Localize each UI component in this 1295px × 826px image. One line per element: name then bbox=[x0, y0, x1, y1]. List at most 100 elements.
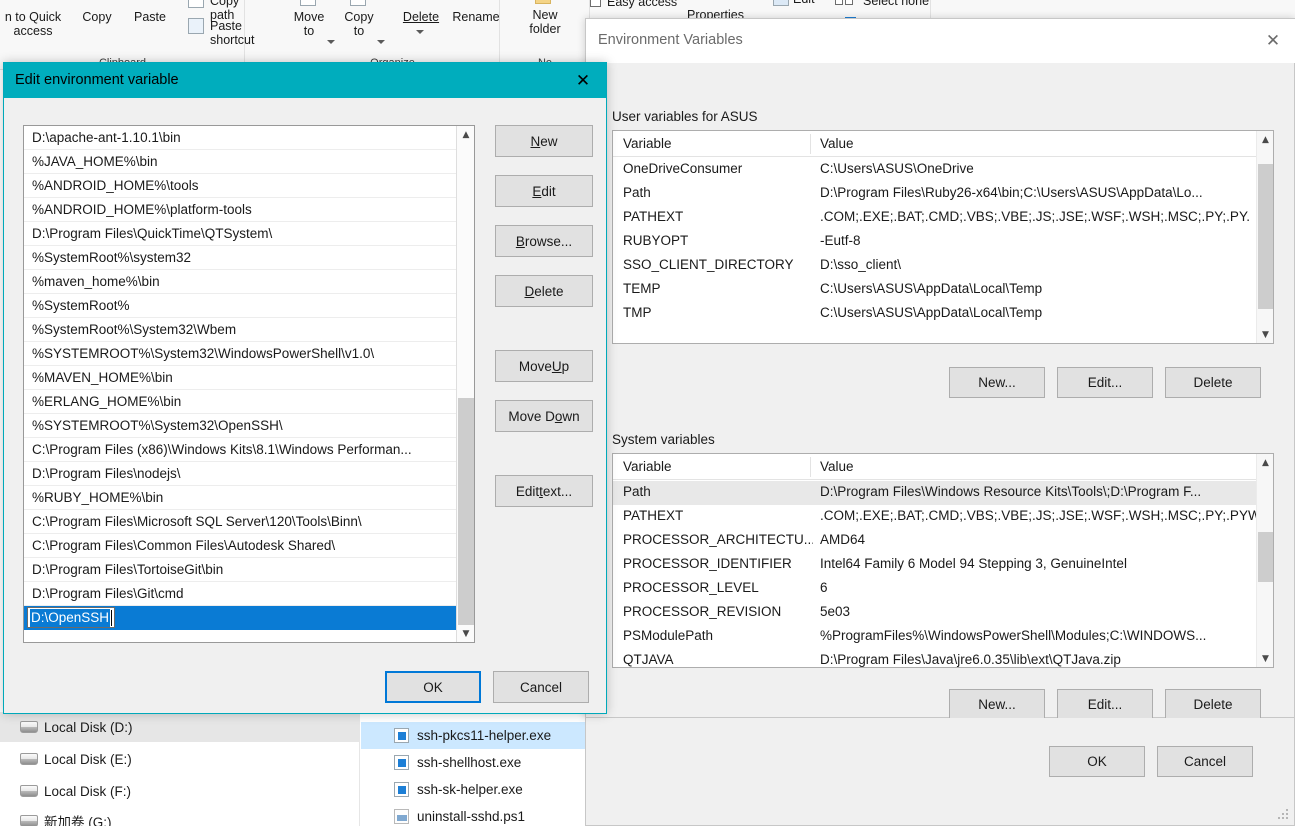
scrollbar-thumb[interactable] bbox=[1258, 532, 1273, 582]
table-row[interactable]: OneDriveConsumer C:\Users\ASUS\OneDrive bbox=[613, 158, 1273, 182]
path-entry-row[interactable]: %SYSTEMROOT%\System32\OpenSSH\ bbox=[24, 414, 458, 438]
variable-name: OneDriveConsumer bbox=[623, 161, 743, 176]
ribbon-easy-access[interactable]: Easy access bbox=[607, 0, 677, 9]
edit-button[interactable]: Edit bbox=[495, 175, 593, 207]
table-row[interactable]: SSO_CLIENT_DIRECTORY D:\sso_client\ bbox=[613, 254, 1273, 278]
close-icon[interactable]: ✕ bbox=[1250, 19, 1295, 63]
ribbon-select-none[interactable]: Select none bbox=[863, 0, 929, 8]
nav-item-local-disk-d[interactable]: Local Disk (D:) bbox=[0, 712, 360, 742]
path-entry-row[interactable]: C:\Program Files\Common Files\Autodesk S… bbox=[24, 534, 458, 558]
easy-access-checkbox[interactable] bbox=[590, 0, 601, 7]
system-variables-scrollbar[interactable]: ▲ ▼ bbox=[1256, 454, 1273, 667]
env-cancel-button[interactable]: Cancel bbox=[1157, 746, 1253, 777]
path-entry-row[interactable]: %ERLANG_HOME%\bin bbox=[24, 390, 458, 414]
file-name-label: uninstall-sshd.ps1 bbox=[417, 809, 526, 824]
table-row[interactable]: Path D:\Program Files\Windows Resource K… bbox=[613, 481, 1273, 505]
user-variables-table[interactable]: Variable Value OneDriveConsumer C:\Users… bbox=[612, 130, 1274, 344]
nav-item-new-volume-g[interactable]: 新加卷 (G:) bbox=[0, 806, 360, 826]
edit-cancel-button[interactable]: Cancel bbox=[493, 671, 589, 703]
table-row[interactable]: PROCESSOR_LEVEL 6 bbox=[613, 577, 1273, 601]
table-row[interactable]: PATHEXT .COM;.EXE;.BAT;.CMD;.VBS;.VBE;.J… bbox=[613, 505, 1273, 529]
nav-item-label: Local Disk (D:) bbox=[44, 719, 133, 735]
ribbon-delete[interactable]: Delete bbox=[395, 10, 447, 24]
path-entry-row[interactable]: D:\apache-ant-1.10.1\bin bbox=[24, 126, 458, 150]
header-separator bbox=[810, 134, 811, 154]
ribbon-new-folder[interactable]: New folder bbox=[505, 8, 585, 36]
path-entry-row[interactable]: %SYSTEMROOT%\System32\WindowsPowerShell\… bbox=[24, 342, 458, 366]
table-row[interactable]: PROCESSOR_ARCHITECTU... AMD64 bbox=[613, 529, 1273, 553]
ribbon-move-to[interactable]: Move to bbox=[285, 10, 333, 38]
nav-item-local-disk-f[interactable]: Local Disk (F:) bbox=[0, 776, 360, 806]
table-row[interactable]: PROCESSOR_IDENTIFIER Intel64 Family 6 Mo… bbox=[613, 553, 1273, 577]
user-variables-scrollbar[interactable]: ▲ ▼ bbox=[1256, 131, 1273, 343]
ribbon-copy-to[interactable]: Copy to bbox=[335, 10, 383, 38]
path-edit-input[interactable]: D:\OpenSSH bbox=[27, 607, 116, 628]
scroll-down-icon[interactable]: ▼ bbox=[1257, 326, 1273, 343]
environment-variables-dialog: Environment Variables ✕ User variables f… bbox=[585, 18, 1295, 720]
move-to-chevron-down-icon[interactable] bbox=[327, 40, 335, 44]
path-entry-row[interactable]: %MAVEN_HOME%\bin bbox=[24, 366, 458, 390]
scroll-up-icon[interactable]: ▲ bbox=[457, 126, 475, 143]
edit-text-button[interactable]: Edit t ext... bbox=[495, 475, 593, 507]
copy-to-chevron-down-icon[interactable] bbox=[377, 40, 385, 44]
system-edit-button[interactable]: Edit... bbox=[1057, 689, 1153, 720]
path-entry-row[interactable]: %JAVA_HOME%\bin bbox=[24, 150, 458, 174]
browse-button[interactable]: Browse... bbox=[495, 225, 593, 257]
delete-button[interactable]: Delete bbox=[495, 275, 593, 307]
ribbon-copy-button[interactable]: Copy bbox=[70, 10, 124, 24]
close-icon[interactable]: ✕ bbox=[560, 63, 606, 98]
move-up-button-suffix: p bbox=[561, 358, 570, 374]
table-row[interactable]: QTJAVA D:\Program Files\Java\jre6.0.35\l… bbox=[613, 649, 1273, 667]
table-row[interactable]: RUBYOPT -Eutf-8 bbox=[613, 230, 1273, 254]
ribbon-rename[interactable]: Rename bbox=[445, 10, 507, 24]
table-row[interactable]: PROCESSOR_REVISION 5e03 bbox=[613, 601, 1273, 625]
delete-chevron-down-icon[interactable] bbox=[416, 30, 424, 34]
ribbon-pin-to-quick-access[interactable]: n to Quick access bbox=[0, 10, 68, 38]
scroll-down-icon[interactable]: ▼ bbox=[457, 625, 475, 642]
scroll-up-icon[interactable]: ▲ bbox=[1257, 131, 1273, 148]
scroll-up-icon[interactable]: ▲ bbox=[1257, 454, 1273, 471]
ribbon-paste-button[interactable]: Paste bbox=[123, 10, 177, 24]
path-entry-row[interactable]: %ANDROID_HOME%\tools bbox=[24, 174, 458, 198]
path-entries-list[interactable]: D:\apache-ant-1.10.1\bin %JAVA_HOME%\bin… bbox=[23, 125, 475, 643]
path-entry-row[interactable]: %SystemRoot%\system32 bbox=[24, 246, 458, 270]
system-variables-table[interactable]: Variable Value Path D:\Program Files\Win… bbox=[612, 453, 1274, 668]
path-entry-row[interactable]: %maven_home%\bin bbox=[24, 270, 458, 294]
table-row[interactable]: PSModulePath %ProgramFiles%\WindowsPower… bbox=[613, 625, 1273, 649]
path-entry-row[interactable]: %RUBY_HOME%\bin bbox=[24, 486, 458, 510]
user-delete-button[interactable]: Delete bbox=[1165, 367, 1261, 398]
variable-name: RUBYOPT bbox=[623, 233, 689, 248]
path-entry-row[interactable]: D:\Program Files\TortoiseGit\bin bbox=[24, 558, 458, 582]
system-new-button[interactable]: New... bbox=[949, 689, 1045, 720]
ribbon-paste-shortcut[interactable]: Paste shortcut bbox=[210, 19, 254, 47]
path-list-scrollbar[interactable]: ▲ ▼ bbox=[456, 126, 474, 642]
table-row[interactable]: TMP C:\Users\ASUS\AppData\Local\Temp bbox=[613, 302, 1273, 326]
nav-item-local-disk-e[interactable]: Local Disk (E:) bbox=[0, 744, 360, 774]
path-entry-row[interactable]: D:\Program Files\Git\cmd bbox=[24, 582, 458, 606]
path-entry-row[interactable]: %SystemRoot% bbox=[24, 294, 458, 318]
path-entry-row[interactable]: C:\Program Files\Microsoft SQL Server\12… bbox=[24, 510, 458, 534]
path-entry-row[interactable]: %SystemRoot%\System32\Wbem bbox=[24, 318, 458, 342]
move-down-button[interactable]: Move Do wn bbox=[495, 400, 593, 432]
edit-ok-button[interactable]: OK bbox=[385, 671, 481, 703]
move-up-button[interactable]: Move Up bbox=[495, 350, 593, 382]
ribbon-edit[interactable]: Edit bbox=[793, 0, 815, 6]
table-row[interactable]: PATHEXT .COM;.EXE;.BAT;.CMD;.VBS;.VBE;.J… bbox=[613, 206, 1273, 230]
scrollbar-thumb[interactable] bbox=[458, 398, 474, 625]
system-delete-button[interactable]: Delete bbox=[1165, 689, 1261, 720]
path-entry-row[interactable]: %ANDROID_HOME%\platform-tools bbox=[24, 198, 458, 222]
path-entry-row[interactable]: D:\Program Files\nodejs\ bbox=[24, 462, 458, 486]
table-row[interactable]: Path D:\Program Files\Ruby26-x64\bin;C:\… bbox=[613, 182, 1273, 206]
path-entry-row[interactable]: C:\Program Files (x86)\Windows Kits\8.1\… bbox=[24, 438, 458, 462]
scrollbar-thumb[interactable] bbox=[1258, 164, 1273, 309]
user-new-button[interactable]: New... bbox=[949, 367, 1045, 398]
scroll-down-icon[interactable]: ▼ bbox=[1257, 650, 1273, 667]
new-button[interactable]: New bbox=[495, 125, 593, 157]
table-row[interactable]: TEMP C:\Users\ASUS\AppData\Local\Temp bbox=[613, 278, 1273, 302]
resize-grip[interactable] bbox=[1278, 809, 1290, 821]
user-edit-button[interactable]: Edit... bbox=[1057, 367, 1153, 398]
path-entry-row-editing[interactable]: D:\OpenSSH bbox=[24, 606, 458, 630]
path-entry-row[interactable]: D:\Program Files\QuickTime\QTSystem\ bbox=[24, 222, 458, 246]
env-ok-button[interactable]: OK bbox=[1049, 746, 1145, 777]
system-variables-header: Variable Value bbox=[613, 454, 1273, 480]
